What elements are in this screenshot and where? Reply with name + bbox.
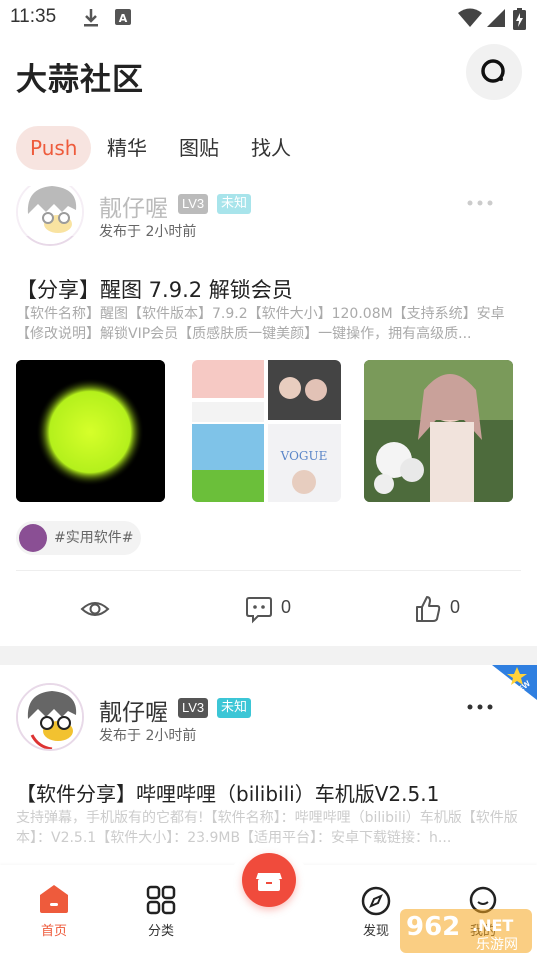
avatar[interactable] [16,683,84,751]
bottom-nav: 首页 分类 发现 我的 962 .NET 乐游网 [0,845,537,956]
more-icon[interactable] [466,199,494,207]
thumbs-up-icon [416,596,441,622]
watermark-logo: 962 .NET 乐游网 [400,909,532,953]
app-header: 大蒜社区 Push 精华 图贴 找人 [0,36,537,186]
battery-icon [513,8,526,30]
watermark-sub: 乐游网 [476,937,518,953]
signal-icon [487,9,505,27]
more-icon[interactable] [466,703,494,711]
nav-home[interactable]: 首页 [19,865,89,956]
svg-text:A: A [119,12,128,25]
view-count[interactable] [80,594,110,624]
topic-tag[interactable]: #实用软件# [16,521,142,555]
post-image[interactable] [364,360,513,502]
screenshot-collage: VOGUE [192,360,341,502]
new-badge-icon: NEW [492,665,537,700]
nav-categories[interactable]: 分类 [126,865,196,956]
gender-badge: 未知 [217,698,252,718]
gender-badge: 未知 [217,194,252,214]
like-count: 0 [450,597,461,617]
comment-icon [246,597,272,624]
nav-categories-label: 分类 [147,924,174,939]
comment-button[interactable]: 0 [245,594,291,624]
post-image[interactable] [16,360,165,502]
tab-featured[interactable]: 精华 [107,126,147,170]
divider [16,570,521,571]
topic-avatar-icon [19,524,47,552]
nav-home-label: 首页 [40,924,67,939]
post-image[interactable]: VOGUE [192,360,341,502]
tab-find-people[interactable]: 找人 [251,126,291,170]
level-badge: LV3 [178,194,209,214]
post-time: 发布于 2小时前 [99,728,197,744]
post-title[interactable]: 【软件分享】哔哩哔哩（bilibili）车机版V2.5.1 [16,778,439,807]
post-excerpt: 支持弹幕，手机版有的它都有!【软件名称】：哔哩哔哩（bilibili）车机版【软… [16,810,518,846]
status-bar: 11:35 A [0,0,537,36]
app-icon-image [16,360,165,502]
app-title: 大蒜社区 [16,62,144,98]
search-icon [481,59,505,83]
portrait-photo [364,360,513,502]
svg-text:VOGUE: VOGUE [280,449,328,463]
eye-icon [80,602,110,616]
watermark-suffix: .NET [472,916,513,935]
post-author[interactable]: 靓仔喔 [99,189,168,223]
topic-label: #实用软件# [54,530,134,546]
download-icon [84,9,98,27]
post-card[interactable]: NEW 靓仔喔 LV3 未知 发布于 2小时前 【软件分享】哔哩哔哩（bilib… [0,665,537,865]
post-excerpt: 【软件名称】醒图【软件版本】7.9.2【软件大小】120.08M【支持系统】安卓… [16,306,505,342]
level-badge: LV3 [178,698,209,718]
home-icon [40,885,68,913]
scroll-fade [0,186,537,236]
compass-icon [361,886,391,916]
tab-image-posts[interactable]: 图贴 [179,126,219,170]
comment-count: 0 [281,597,292,617]
post-time: 发布于 2小时前 [99,224,197,240]
post-title[interactable]: 【分享】醒图 7.9.2 解锁会员 [16,274,293,304]
create-post-button[interactable] [242,853,296,907]
watermark-number: 962 [406,912,460,942]
grid-icon [146,885,176,915]
store-icon [256,873,282,891]
avatar-image [18,685,82,749]
wifi-icon [458,8,482,27]
search-button[interactable] [466,44,522,100]
like-button[interactable]: 0 [414,594,460,624]
tab-push[interactable]: Push [16,126,92,170]
status-time: 11:35 [10,6,57,27]
post-card[interactable]: 靓仔喔 LV3 未知 发布于 2小时前 【分享】醒图 7.9.2 解锁会员 【软… [0,186,537,646]
post-author[interactable]: 靓仔喔 [99,693,168,727]
app-notification-icon: A [115,9,131,25]
